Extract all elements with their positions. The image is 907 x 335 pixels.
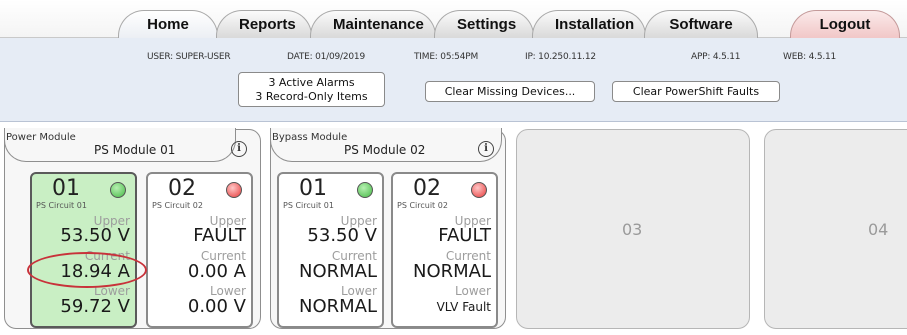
- upper-value: 53.50 V: [60, 225, 130, 246]
- bypass-module-panel: Bypass Module PS Module 02 i 01 PS Circu…: [270, 128, 506, 329]
- bypass-module-name: PS Module 02: [344, 143, 426, 157]
- ps-circuit-card[interactable]: 01 PS Circuit 01 Upper 53.50 V Current 1…: [30, 172, 137, 328]
- upper-value: FAULT: [438, 225, 491, 246]
- lower-value: VLV Fault: [436, 300, 491, 314]
- web-version: WEB: 4.5.11: [783, 52, 837, 62]
- power-module-panel: Power Module PS Module 01 i 01 PS Circui…: [4, 128, 261, 329]
- lower-value: 0.00 V: [187, 296, 246, 317]
- ps-circuit-card[interactable]: 02 PS Circuit 02 Upper FAULT Current NOR…: [391, 172, 498, 328]
- ps-circuit-card[interactable]: 01 PS Circuit 01 Upper 53.50 V Current N…: [277, 172, 384, 328]
- bypass-module-type: Bypass Module: [272, 132, 348, 143]
- circuit-name: PS Circuit 02: [152, 201, 203, 210]
- power-module-name: PS Module 01: [94, 143, 176, 157]
- tab-reports[interactable]: Reports: [216, 10, 312, 38]
- lower-value: NORMAL: [298, 296, 377, 317]
- slot-number: 04: [868, 220, 889, 239]
- tab-software[interactable]: Software: [644, 10, 758, 38]
- slot-number: 03: [622, 220, 643, 239]
- status-ok-icon: [110, 182, 126, 198]
- info-icon[interactable]: i: [478, 141, 494, 157]
- tab-settings[interactable]: Settings: [434, 10, 534, 38]
- circuit-number: 02: [413, 176, 441, 201]
- tab-maintenance[interactable]: Maintenance: [310, 10, 436, 38]
- active-alarms-button[interactable]: 3 Active Alarms 3 Record-Only Items: [238, 72, 385, 107]
- circuit-name: PS Circuit 01: [36, 201, 87, 210]
- circuit-number: 01: [52, 176, 80, 201]
- clear-powershift-faults-button[interactable]: Clear PowerShift Faults: [612, 81, 780, 102]
- power-module-type: Power Module: [6, 132, 76, 143]
- record-only-label: 3 Record-Only Items: [255, 90, 368, 103]
- top-navigation: Home Reports Maintenance Settings Instal…: [0, 0, 907, 38]
- date-info: DATE: 01/09/2019: [287, 52, 365, 62]
- ip-info: IP: 10.250.11.12: [525, 52, 596, 62]
- lower-label: Lower: [455, 284, 491, 298]
- status-ok-icon: [357, 182, 373, 198]
- clear-missing-devices-button[interactable]: Clear Missing Devices...: [425, 81, 595, 102]
- circuit-number: 01: [299, 176, 327, 201]
- logout-button[interactable]: Logout: [790, 10, 900, 38]
- tab-installation[interactable]: Installation: [532, 10, 646, 38]
- lower-value: 59.72 V: [60, 296, 130, 317]
- tab-home[interactable]: Home: [118, 10, 218, 38]
- status-fault-icon: [226, 182, 242, 198]
- info-icon[interactable]: i: [231, 141, 247, 157]
- module-workspace: Power Module PS Module 01 i 01 PS Circui…: [0, 123, 907, 335]
- current-value: 0.00 A: [187, 261, 246, 282]
- user-info: USER: SUPER-USER: [147, 52, 231, 62]
- circuit-name: PS Circuit 02: [397, 201, 448, 210]
- current-value: NORMAL: [412, 261, 491, 282]
- highlight-ellipse: [27, 252, 147, 288]
- empty-module-slot[interactable]: 04: [764, 129, 907, 329]
- status-fault-icon: [471, 182, 487, 198]
- app-version: APP: 4.5.11: [691, 52, 741, 62]
- current-value: NORMAL: [298, 261, 377, 282]
- upper-value: FAULT: [193, 225, 246, 246]
- upper-value: 53.50 V: [307, 225, 377, 246]
- circuit-number: 02: [168, 176, 196, 201]
- time-info: TIME: 05:54PM: [414, 52, 479, 62]
- ps-circuit-card[interactable]: 02 PS Circuit 02 Upper FAULT Current 0.0…: [146, 172, 253, 328]
- active-alarms-label: 3 Active Alarms: [268, 76, 355, 89]
- status-bar: USER: SUPER-USER DATE: 01/09/2019 TIME: …: [0, 38, 907, 122]
- empty-module-slot[interactable]: 03: [516, 129, 750, 329]
- circuit-name: PS Circuit 01: [283, 201, 334, 210]
